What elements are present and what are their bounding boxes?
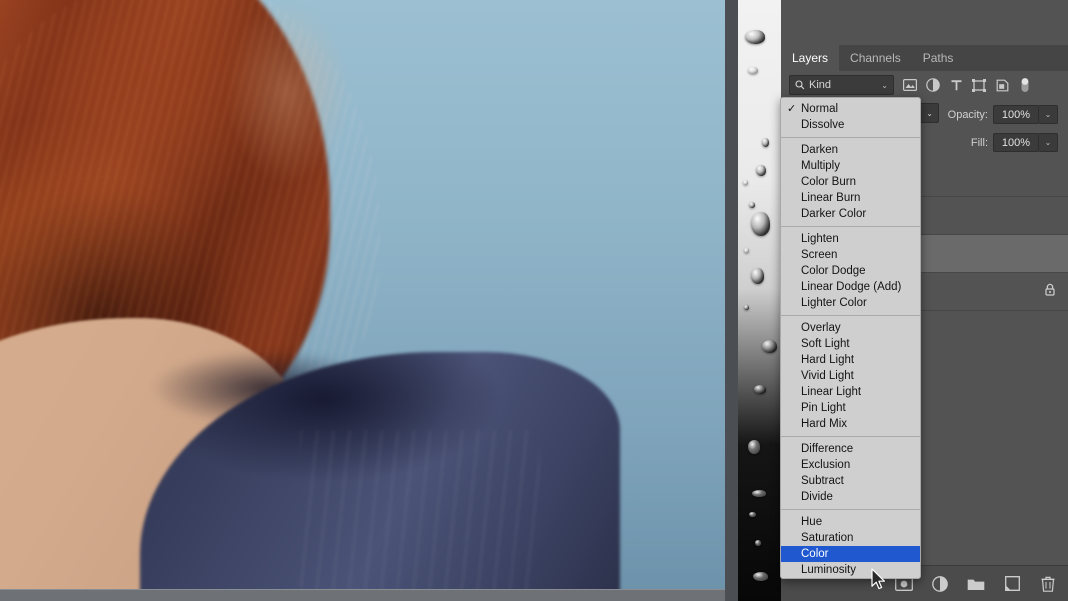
menu-item-lighten[interactable]: Lighten — [781, 231, 920, 247]
delete-layer-icon[interactable] — [1038, 574, 1058, 594]
menu-item-normal[interactable]: Normal — [781, 101, 920, 117]
menu-item-hard-mix[interactable]: Hard Mix — [781, 416, 920, 432]
tab-layers[interactable]: Layers — [781, 45, 840, 71]
water-droplet — [751, 268, 764, 284]
water-droplet — [752, 490, 766, 497]
filter-toggle-switch[interactable] — [1014, 75, 1036, 95]
water-droplet — [751, 212, 770, 236]
menu-item-darken[interactable]: Darken — [781, 142, 920, 158]
opacity-label: Opacity: — [947, 108, 988, 121]
menu-item-divide[interactable]: Divide — [781, 489, 920, 505]
water-droplets-image — [738, 0, 781, 601]
menu-item-color-dodge[interactable]: Color Dodge — [781, 263, 920, 279]
fill-slider-chevron-icon[interactable]: ⌄ — [1039, 133, 1058, 152]
menu-item-lighter-color[interactable]: Lighter Color — [781, 295, 920, 311]
menu-item-pin-light[interactable]: Pin Light — [781, 400, 920, 416]
water-droplet — [749, 202, 755, 208]
menu-item-multiply[interactable]: Multiply — [781, 158, 920, 174]
portrait-photo — [0, 0, 725, 590]
menu-item-hue[interactable]: Hue — [781, 514, 920, 530]
chevron-down-icon: ⌄ — [926, 108, 933, 118]
tab-paths[interactable]: Paths — [911, 45, 965, 71]
water-droplet — [748, 440, 760, 454]
water-droplet — [743, 180, 748, 185]
menu-item-overlay[interactable]: Overlay — [781, 320, 920, 336]
menu-item-soft-light[interactable]: Soft Light — [781, 336, 920, 352]
opacity-control[interactable]: Opacity: 100% ⌄ — [948, 105, 1058, 124]
filter-kind-label: Kind — [809, 79, 832, 91]
fill-control[interactable]: Fill: 100% ⌄ — [971, 133, 1058, 152]
menu-item-dissolve[interactable]: Dissolve — [781, 117, 920, 133]
water-droplet — [744, 248, 749, 253]
menu-item-difference[interactable]: Difference — [781, 441, 920, 457]
water-droplet — [762, 340, 777, 353]
canvas-outside-area — [0, 590, 725, 601]
water-droplet — [762, 138, 769, 147]
menu-item-linear-burn[interactable]: Linear Burn — [781, 190, 920, 206]
menu-item-saturation[interactable]: Saturation — [781, 530, 920, 546]
photo-shirt-folds — [300, 430, 540, 590]
menu-separator — [781, 509, 920, 510]
chevron-down-icon: ⌄ — [881, 80, 888, 90]
water-droplet — [753, 572, 768, 581]
blend-mode-dropdown-menu[interactable]: NormalDissolveDarkenMultiplyColor BurnLi… — [780, 97, 921, 579]
menu-item-exclusion[interactable]: Exclusion — [781, 457, 920, 473]
smart-object-filter-icon[interactable] — [991, 75, 1013, 95]
layer-filter-row[interactable]: Kind ⌄ — [781, 71, 1068, 99]
tab-channels-label: Channels — [850, 51, 901, 65]
water-droplet — [756, 165, 766, 176]
tab-layers-label: Layers — [792, 51, 829, 65]
menu-item-color[interactable]: Color — [781, 546, 920, 562]
tab-paths-label: Paths — [922, 51, 954, 65]
panel-top-empty-area — [781, 0, 1068, 45]
water-droplet — [749, 512, 756, 517]
menu-item-hard-light[interactable]: Hard Light — [781, 352, 920, 368]
menu-separator — [781, 137, 920, 138]
water-droplet — [754, 385, 766, 394]
menu-item-vivid-light[interactable]: Vivid Light — [781, 368, 920, 384]
water-droplet — [748, 67, 758, 74]
menu-separator — [781, 436, 920, 437]
opacity-slider-chevron-icon[interactable]: ⌄ — [1039, 105, 1058, 124]
panel-tab-bar[interactable]: Layers Channels Paths — [781, 45, 1068, 71]
tab-channels[interactable]: Channels — [839, 45, 912, 71]
menu-separator — [781, 226, 920, 227]
shape-layer-filter-icon[interactable] — [968, 75, 990, 95]
search-icon — [795, 80, 805, 90]
adjustment-layer-filter-icon[interactable] — [922, 75, 944, 95]
water-droplet — [745, 30, 765, 44]
water-droplet — [744, 305, 749, 310]
type-layer-filter-icon[interactable] — [945, 75, 967, 95]
fill-input[interactable]: 100% — [993, 133, 1039, 152]
second-document-strip[interactable] — [725, 0, 781, 601]
document-canvas[interactable] — [0, 0, 725, 601]
photo-hair-wisp — [100, 0, 360, 290]
filter-type-icons[interactable] — [899, 75, 1036, 95]
layer-locked-icon — [1044, 283, 1056, 301]
menu-item-color-burn[interactable]: Color Burn — [781, 174, 920, 190]
new-layer-icon[interactable] — [1002, 574, 1022, 594]
filter-kind-select[interactable]: Kind ⌄ — [789, 75, 894, 95]
water-droplet — [755, 540, 761, 546]
pixel-layer-filter-icon[interactable] — [899, 75, 921, 95]
fill-label: Fill: — [970, 136, 988, 149]
menu-item-luminosity[interactable]: Luminosity — [781, 562, 920, 578]
menu-item-screen[interactable]: Screen — [781, 247, 920, 263]
menu-item-linear-dodge-add[interactable]: Linear Dodge (Add) — [781, 279, 920, 295]
menu-item-darker-color[interactable]: Darker Color — [781, 206, 920, 222]
menu-separator — [781, 315, 920, 316]
new-adjustment-layer-icon[interactable] — [930, 574, 950, 594]
menu-item-linear-light[interactable]: Linear Light — [781, 384, 920, 400]
new-group-icon[interactable] — [966, 574, 986, 594]
opacity-input[interactable]: 100% — [993, 105, 1039, 124]
menu-item-subtract[interactable]: Subtract — [781, 473, 920, 489]
